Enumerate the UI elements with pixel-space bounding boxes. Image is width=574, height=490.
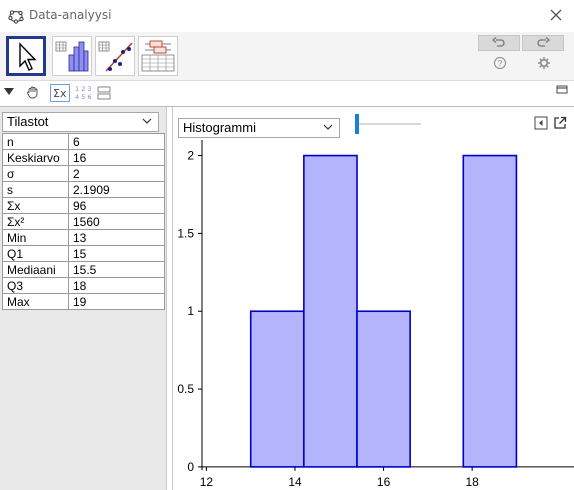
svg-text:Σx: Σx bbox=[53, 87, 67, 100]
histogram-bar bbox=[303, 154, 358, 468]
multi-boxplot-icon bbox=[141, 40, 175, 72]
scatter-regression-icon bbox=[98, 41, 133, 72]
number-grid-icon: 1 2 3 4 5 6 bbox=[75, 85, 92, 101]
toolbar: ? bbox=[0, 32, 574, 80]
stat-value: 16 bbox=[68, 149, 165, 166]
stat-key: Σx² bbox=[2, 213, 69, 230]
stat-value: 2 bbox=[68, 165, 165, 182]
hand-icon[interactable] bbox=[26, 85, 40, 99]
move-tool-button[interactable] bbox=[6, 36, 46, 76]
y-tick-label: 0.5 bbox=[177, 382, 194, 396]
stats-row: Mediaani 15.5 bbox=[2, 261, 165, 278]
histogram-bar bbox=[249, 310, 305, 468]
histogram-chart: 0 0.5 1 1.5 2 12 14 16 18 bbox=[177, 140, 574, 489]
chevron-down-icon bbox=[323, 124, 333, 130]
stats-row: n6 bbox=[2, 133, 165, 150]
stats-row: Min 13 bbox=[2, 229, 165, 246]
stats-row: Σx² 1560 bbox=[2, 213, 165, 230]
y-tick-label: 1.5 bbox=[177, 226, 194, 240]
data-analysis-window: Data-analyysi ? Σx 1 2 3 4 5 6 Tilastot … bbox=[0, 0, 574, 490]
multi-variable-analysis-button[interactable] bbox=[138, 36, 178, 76]
help-icon[interactable]: ? bbox=[493, 56, 507, 70]
stat-key: Max bbox=[2, 293, 69, 310]
bin-width-slider-track[interactable] bbox=[358, 123, 421, 125]
undo-button[interactable] bbox=[478, 35, 520, 51]
sigma-x-icon: Σx bbox=[53, 87, 67, 100]
x-tick-label: 14 bbox=[288, 475, 302, 489]
undo-icon bbox=[492, 37, 505, 47]
panel-menu-icon[interactable] bbox=[556, 85, 568, 95]
one-variable-analysis-button[interactable] bbox=[52, 36, 92, 76]
stats-row: Q3 18 bbox=[2, 277, 165, 294]
stat-key: Min bbox=[2, 229, 69, 246]
stats-row: σ2 bbox=[2, 165, 165, 182]
plot-options-icon[interactable] bbox=[534, 116, 548, 130]
gear-icon[interactable] bbox=[537, 56, 551, 70]
second-plot-toggle-icon[interactable] bbox=[97, 86, 111, 100]
histogram-icon bbox=[55, 41, 89, 72]
statistics-table: n 6 Keskiarvo 16 σ 2 s 2.1909 Σx 96 Σx² 1560 Min 13 Q1… bbox=[2, 133, 165, 310]
histogram-bar bbox=[462, 154, 518, 468]
svg-text:?: ? bbox=[498, 59, 503, 68]
chevron-down-icon bbox=[142, 118, 152, 124]
window-title: Data-analyysi bbox=[29, 8, 112, 22]
stat-value: 96 bbox=[68, 197, 165, 214]
show-data-toggle[interactable]: 1 2 3 4 5 6 bbox=[74, 84, 94, 102]
histogram-bar bbox=[356, 310, 411, 468]
x-tick-label: 18 bbox=[465, 475, 479, 489]
panel-options-bar: Σx 1 2 3 4 5 6 bbox=[0, 80, 574, 106]
y-tick-label: 1 bbox=[187, 304, 194, 318]
style-bar-toggle-icon[interactable] bbox=[4, 88, 14, 96]
stat-value: 15 bbox=[68, 245, 165, 262]
geogebra-app-icon bbox=[8, 10, 24, 24]
stat-value: 1560 bbox=[68, 213, 165, 230]
export-icon[interactable] bbox=[553, 116, 567, 130]
bin-width-slider-thumb[interactable] bbox=[355, 114, 359, 134]
stat-value: 15.5 bbox=[68, 261, 165, 278]
stat-key: Mediaani bbox=[2, 261, 69, 278]
stats-row: Σx 96 bbox=[2, 197, 165, 214]
stats-row: Keskiarvo 16 bbox=[2, 149, 165, 166]
stat-key: Q3 bbox=[2, 277, 69, 294]
y-tick-label: 0 bbox=[187, 460, 194, 474]
close-icon[interactable] bbox=[548, 7, 564, 23]
stats-row: s 2.1909 bbox=[2, 181, 165, 198]
stat-key: σ bbox=[2, 165, 69, 182]
statistics-type-value: Tilastot bbox=[7, 114, 49, 129]
x-tick-label: 12 bbox=[200, 475, 214, 489]
stat-key: Keskiarvo bbox=[2, 149, 69, 166]
redo-icon bbox=[537, 37, 550, 47]
stat-value: 18 bbox=[68, 277, 165, 294]
chart-type-value: Histogrammi bbox=[183, 120, 256, 135]
x-tick-label: 16 bbox=[377, 475, 391, 489]
stat-value: 13 bbox=[68, 229, 165, 246]
two-variable-regression-button[interactable] bbox=[95, 36, 135, 76]
stat-key: Q1 bbox=[2, 245, 69, 262]
redo-button[interactable] bbox=[522, 35, 564, 51]
pointer-arrow-icon bbox=[19, 42, 37, 71]
y-tick-label: 2 bbox=[187, 149, 194, 163]
show-statistics-toggle[interactable]: Σx bbox=[50, 84, 70, 102]
stat-value: 6 bbox=[68, 133, 165, 150]
stats-row: Q1 15 bbox=[2, 245, 165, 262]
stats-row: Max 19 bbox=[2, 293, 165, 310]
title-bar: Data-analyysi bbox=[0, 0, 574, 32]
statistics-type-dropdown[interactable]: Tilastot bbox=[2, 112, 159, 132]
chart-type-dropdown[interactable]: Histogrammi bbox=[178, 118, 340, 138]
stat-value: 19 bbox=[68, 293, 165, 310]
stat-key: n bbox=[2, 133, 69, 150]
stat-key: s bbox=[2, 181, 69, 198]
svg-text:4 5 6: 4 5 6 bbox=[75, 93, 92, 101]
svg-text:1 2 3: 1 2 3 bbox=[75, 85, 92, 93]
stat-key: Σx bbox=[2, 197, 69, 214]
stat-value: 2.1909 bbox=[68, 181, 165, 198]
